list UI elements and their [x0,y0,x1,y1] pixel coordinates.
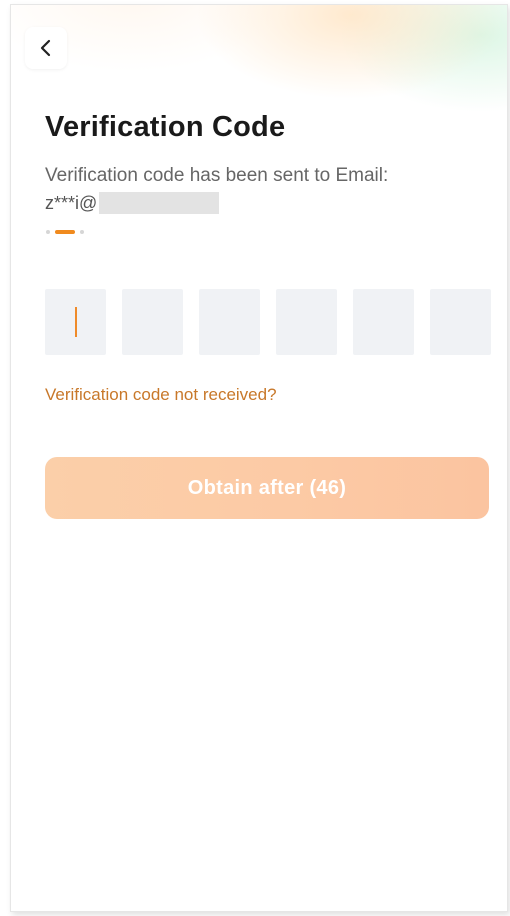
app-screen: Verification Code Verification code has … [10,4,508,912]
masked-email: z***i@ [45,191,220,215]
code-digit-5[interactable] [353,289,414,355]
obtain-code-button[interactable]: Obtain after (46) [45,457,489,519]
code-digit-6[interactable] [430,289,491,355]
code-digit-2[interactable] [122,289,183,355]
code-digit-4[interactable] [276,289,337,355]
back-button[interactable] [25,27,67,69]
step-dot-active [55,230,75,234]
email-prefix: z***i@ [45,192,98,213]
step-indicator [46,230,84,234]
code-digit-3[interactable] [199,289,260,355]
code-digit-1[interactable] [45,289,106,355]
chevron-left-icon [39,39,53,57]
code-input-row [45,289,491,355]
code-not-received-link[interactable]: Verification code not received? [45,385,277,405]
step-dot [80,230,84,234]
text-caret [74,307,77,337]
page-title: Verification Code [45,111,286,143]
step-dot [46,230,50,234]
email-redaction [99,192,220,214]
sent-message: Verification code has been sent to Email… [45,165,389,186]
